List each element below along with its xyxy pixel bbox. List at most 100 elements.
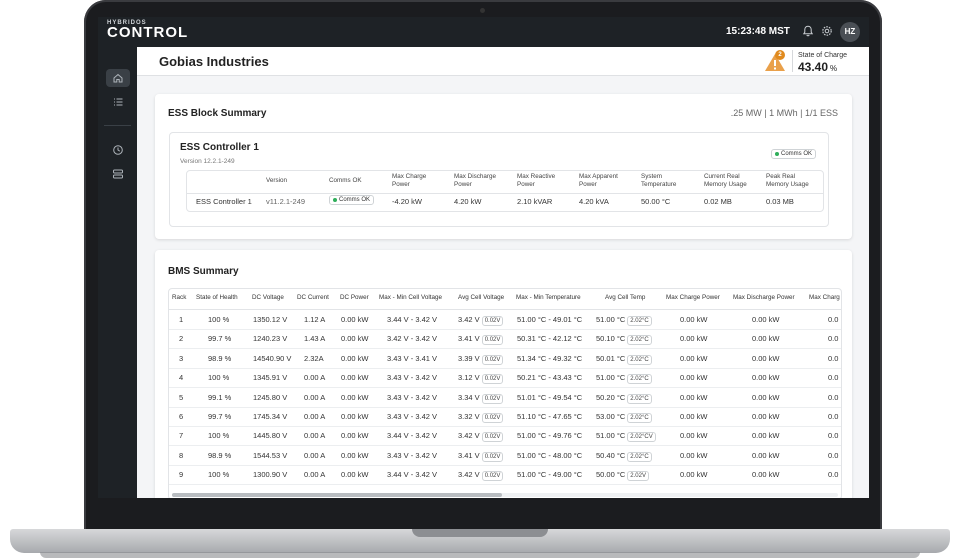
- table-row[interactable]: 3 98.9 % 14540.90 V 2.32A 0.00 kW 3.43 V - 3.…: [169, 349, 841, 369]
- cell-text: 1350.12 V: [253, 315, 288, 324]
- cell-text: 3.41 V: [458, 334, 480, 344]
- table-row[interactable]: 1 100 % 1350.12 V 1.12 A 0.00 kW 3.44 V - 3.4…: [169, 310, 841, 330]
- delta-tag: 2.02°C: [627, 393, 652, 404]
- cell-avgv: 3.32 V 0.02V: [458, 412, 504, 423]
- table-row[interactable]: 2 99.7 % 1240.23 V 1.43 A 0.00 kW 3.42 V - 3.…: [169, 329, 841, 350]
- page-header: Gobias Industries 2 State of Charge 43.4…: [137, 47, 869, 76]
- cell-mcp: 0.00 kW: [680, 334, 708, 343]
- cell-text: 3.44 V - 3.42 V: [387, 315, 438, 324]
- cell-cellv: 3.43 V - 3.42 V: [387, 373, 437, 382]
- cell-text: 0.00 kW: [752, 412, 780, 421]
- sidebar-item-list[interactable]: [106, 93, 130, 111]
- status-dot: [333, 198, 337, 202]
- cell-text: 1.12 A: [304, 315, 326, 324]
- ess-controller-card[interactable]: ESS Controller 1 Version 12.2.1-249 Comm…: [169, 132, 829, 227]
- cell-text: 0.00 kW: [341, 392, 369, 402]
- scrollbar-thumb[interactable]: [172, 493, 502, 497]
- col-temperature: Max - Min Temperature: [516, 294, 581, 301]
- cell-text: 0.00 kW: [341, 353, 369, 363]
- cell-text: 4: [179, 373, 184, 383]
- cell-text: 0.00 kW: [341, 431, 369, 441]
- col-max-charge-power: Max Charge Power: [666, 294, 720, 301]
- header-divider: [792, 50, 793, 72]
- cell-mc2: 0.0: [828, 412, 838, 421]
- cell-avgv: 3.34 V 0.02V: [458, 392, 504, 404]
- cell-text: 51.01 °C - 49.54 °C: [517, 392, 583, 402]
- laptop-shadow: [40, 552, 920, 558]
- cell-text: 3.43 V - 3.42 V: [387, 412, 438, 421]
- cell-text: 50.31 °C - 42.12 °C: [517, 334, 583, 344]
- delta-tag: 2.02V: [627, 471, 649, 482]
- table-row[interactable]: 9 100 % 1300.90 V 0.00 A 0.00 kW 3.44 V - 3.4…: [169, 465, 841, 486]
- cell-mdp: 0.00 kW: [752, 393, 780, 402]
- cell-text: 98.9 %: [208, 450, 232, 460]
- cell-avgt: 50.00 °C 2.02V: [596, 470, 649, 482]
- cell-dci: 0.00 A: [304, 431, 325, 440]
- cell-temp: 51.34 °C - 49.32 °C: [517, 354, 582, 363]
- cell-text: 50.40 °C: [596, 450, 626, 460]
- table-row[interactable]: 6 99.7 % 1745.34 V 0.00 A 0.00 kW 3.43 V - 3.…: [169, 407, 841, 427]
- cell-text: 98.9 %: [208, 353, 232, 363]
- bell-icon[interactable]: [802, 25, 814, 37]
- gear-icon[interactable]: [821, 25, 833, 37]
- cell-mcp: 0.00 kW: [680, 373, 708, 382]
- cell-text: 51.10 °C - 47.65 °C: [517, 412, 583, 421]
- cell-temp: 51.10 °C - 47.65 °C: [517, 412, 582, 421]
- cell-text: 0.0: [828, 392, 839, 402]
- cell-text: 50.21 °C - 43.43 °C: [517, 373, 583, 383]
- cell-text: 3.39 V: [458, 353, 480, 363]
- cell-temp: 51.00 °C - 49.76 °C: [517, 431, 582, 440]
- sidebar-item-panels[interactable]: [106, 165, 130, 183]
- cell-text: 9: [179, 470, 184, 480]
- table-row[interactable]: 4 100 % 1345.91 V 0.00 A 0.00 kW 3.43 V - 3.4…: [169, 368, 841, 389]
- cell-cellv: 3.42 V - 3.42 V: [387, 334, 437, 343]
- soc-number: 43.40: [798, 60, 829, 74]
- cell-dci: 1.12 A: [304, 315, 325, 324]
- sidebar-item-home[interactable]: [106, 69, 130, 87]
- controller-table: Version Comms OK Max Charge Power Max Di…: [186, 170, 824, 212]
- cell-text: 0.00 kW: [752, 450, 780, 460]
- sidebar-item-history[interactable]: [106, 141, 130, 159]
- cell-soh: 99.7 %: [208, 412, 231, 421]
- cell-dcv: 1350.12 V: [253, 315, 287, 324]
- cell-text: 51.00 °C: [596, 431, 626, 441]
- bms-summary-card: BMS Summary Rack State of Health DC Volt…: [155, 250, 852, 498]
- horizontal-scrollbar[interactable]: [172, 493, 838, 497]
- table-row[interactable]: 5 99.1 % 1245.80 V 0.00 A 0.00 kW 3.43 V - 3.…: [169, 388, 841, 408]
- cell-text: 100 %: [208, 431, 230, 441]
- cell-text: 50.20 °C: [596, 392, 626, 402]
- cell-text: 0.00 kW: [680, 334, 708, 344]
- cell-text: 3.34 V: [458, 392, 480, 402]
- cell-text: 0.00 kW: [752, 470, 780, 480]
- cell-soh: 100 %: [208, 373, 229, 382]
- cell-rack: 4: [179, 373, 183, 382]
- ess-block-summary-card: ESS Block Summary .25 MW | 1 MWh | 1/1 E…: [155, 94, 852, 239]
- cell-dcp: 0.00 kW: [341, 354, 369, 363]
- cell-text: 51.00 °C - 49.00 °C: [517, 470, 583, 480]
- cell-cellv: 3.44 V - 3.42 V: [387, 470, 437, 479]
- col-avg-cell-temp: Avg Cell Temp: [605, 294, 646, 301]
- cell-rack: 1: [179, 315, 183, 324]
- table-row[interactable]: 8 98.9 % 1544.53 V 0.00 A 0.00 kW 3.43 V - 3.…: [169, 446, 841, 466]
- col-max-charge-cut: Max Charg: [809, 294, 840, 301]
- cell-text: 0.00 A: [304, 450, 326, 460]
- bms-table[interactable]: Rack State of Health DC Voltage DC Curre…: [168, 288, 842, 498]
- controller-row-max-reactive: 2.10 kVAR: [517, 197, 553, 206]
- cell-text: 51.00 °C - 48.00 °C: [517, 450, 583, 460]
- status-badge: Comms OK: [770, 149, 816, 159]
- cell-text: 1.43 A: [304, 334, 326, 344]
- cell-text: 53.00 °C: [596, 412, 626, 421]
- col-comms: Comms OK: [329, 177, 362, 184]
- ess-meta: .25 MW | 1 MWh | 1/1 ESS: [730, 108, 838, 118]
- delta-tag: 2.02°C: [627, 335, 652, 346]
- cell-dcp: 0.00 kW: [341, 334, 369, 343]
- cell-cellv: 3.43 V - 3.42 V: [387, 451, 437, 460]
- delta-tag: 0.02V: [481, 393, 504, 404]
- soc-value: 43.40%: [798, 60, 837, 74]
- table-row[interactable]: 7 100 % 1445.80 V 0.00 A 0.00 kW 3.44 V - 3.4…: [169, 426, 841, 447]
- col-max-charge: Max Charge Power: [392, 173, 427, 188]
- cell-soh: 98.9 %: [208, 451, 231, 460]
- user-avatar[interactable]: HZ: [840, 22, 860, 42]
- app-logo[interactable]: HYBRIDOS CONTROL: [107, 20, 188, 40]
- cell-soh: 99.7 %: [208, 334, 231, 343]
